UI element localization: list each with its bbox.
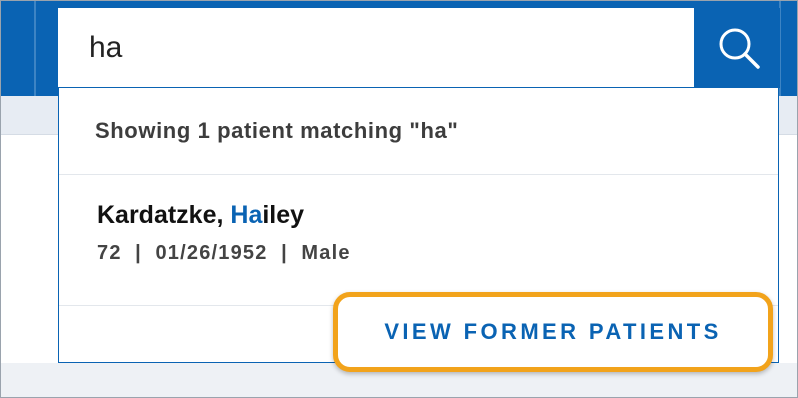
search-input[interactable]	[58, 8, 694, 88]
top-bar-divider	[34, 1, 36, 96]
results-summary: Showing 1 patient matching "ha"	[95, 118, 459, 143]
patient-name-prefix: Kardatzke,	[97, 201, 231, 229]
patient-name: Kardatzke, Hailey	[97, 201, 304, 230]
patient-search	[58, 8, 780, 88]
search-button[interactable]	[697, 8, 780, 88]
patient-result-item[interactable]: Kardatzke, Hailey 72 | 01/26/1952 | Male	[59, 175, 778, 305]
app-frame: Showing 1 patient matching "ha" Kardatzk…	[0, 0, 798, 398]
view-former-patients-button[interactable]: VIEW FORMER PATIENTS	[333, 292, 773, 372]
patient-name-match-highlight: Ha	[230, 201, 263, 229]
search-icon	[719, 28, 760, 69]
patient-details: 72 | 01/26/1952 | Male	[97, 242, 351, 264]
search-results-dropdown: Showing 1 patient matching "ha" Kardatzk…	[58, 87, 779, 372]
patient-name-suffix: iley	[262, 201, 305, 229]
view-former-patients-label: VIEW FORMER PATIENTS	[384, 319, 722, 344]
